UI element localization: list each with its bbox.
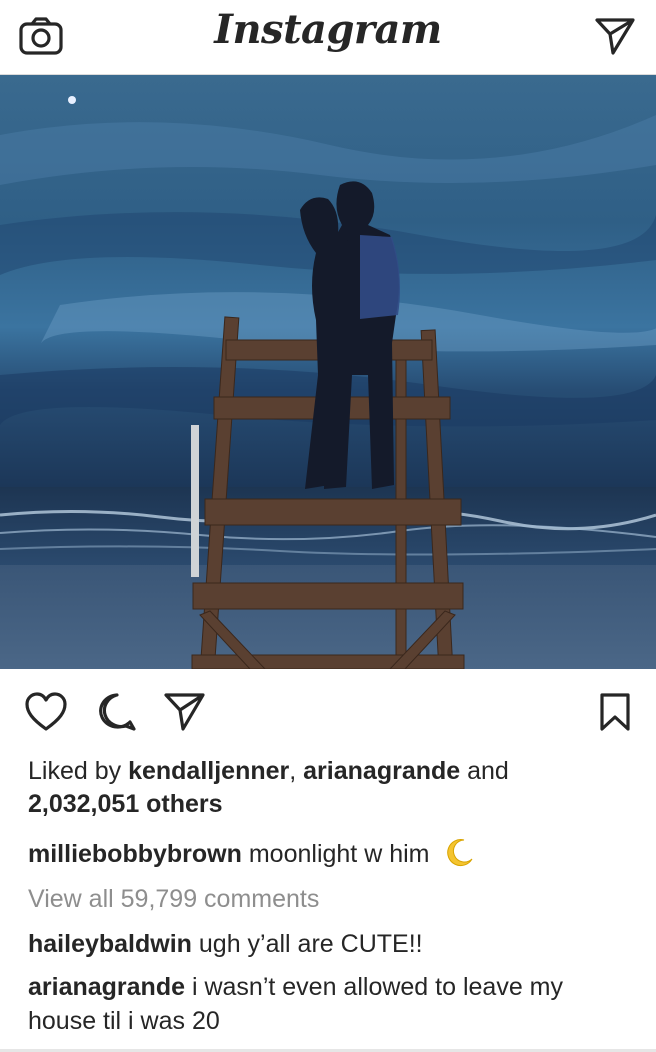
comment-username-link[interactable]: haileybaldwin bbox=[28, 930, 192, 958]
crescent-moon-emoji bbox=[447, 839, 473, 867]
post-caption: milliebobbybrown moonlight w him bbox=[28, 837, 638, 871]
likes-count-link[interactable]: 2,032,051 others bbox=[28, 790, 223, 818]
post-actions-bar bbox=[0, 669, 656, 755]
speech-bubble-icon[interactable] bbox=[96, 691, 138, 733]
app-logo: Instagram bbox=[214, 6, 442, 53]
likes-separator: , bbox=[289, 757, 297, 785]
caption-username-link[interactable]: milliebobbybrown bbox=[28, 840, 242, 868]
post-photo[interactable] bbox=[0, 75, 656, 669]
likes-prefix: Liked by bbox=[28, 757, 122, 785]
paper-plane-icon[interactable] bbox=[594, 16, 636, 56]
caption-text: moonlight w him bbox=[248, 840, 430, 868]
paper-plane-icon[interactable] bbox=[163, 691, 207, 733]
comment-username-link[interactable]: arianagrande bbox=[28, 973, 185, 1001]
heart-icon[interactable] bbox=[24, 691, 68, 733]
top-navigation-bar: Instagram bbox=[0, 0, 656, 75]
bookmark-icon[interactable] bbox=[598, 691, 632, 733]
comment-text: ugh y’all are CUTE!! bbox=[198, 930, 423, 958]
likes-summary: Liked by kendalljenner, arianagrande and… bbox=[28, 755, 638, 821]
liker-username-link[interactable]: kendalljenner bbox=[128, 757, 289, 785]
likes-and: and bbox=[467, 757, 509, 785]
comment-item: arianagrande i wasn’t even allowed to le… bbox=[28, 970, 638, 1038]
view-all-comments-link[interactable]: View all 59,799 comments bbox=[28, 882, 638, 916]
liker-username-link[interactable]: arianagrande bbox=[303, 757, 460, 785]
comment-item: haileybaldwin ugh y’all are CUTE!! bbox=[28, 927, 638, 961]
